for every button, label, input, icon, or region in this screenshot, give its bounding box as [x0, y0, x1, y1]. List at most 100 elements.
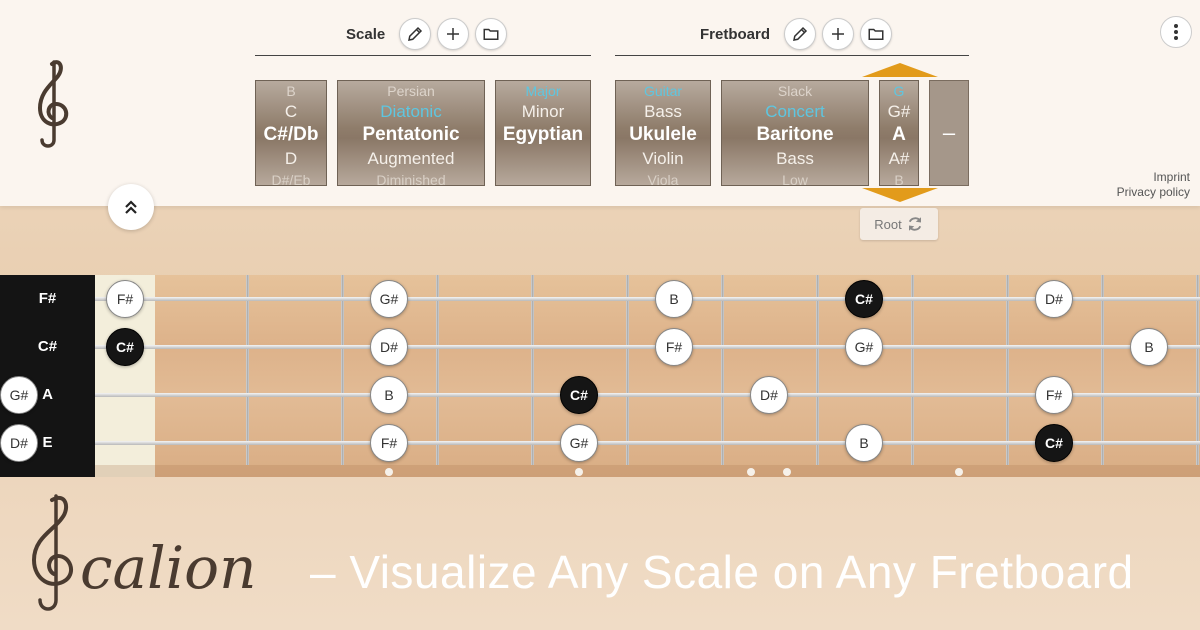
- plus-icon: [832, 28, 845, 40]
- wheel-option[interactable]: C: [256, 100, 326, 123]
- wheel-option-highlighted[interactable]: Concert: [722, 100, 868, 123]
- imprint-link[interactable]: Imprint: [1117, 170, 1190, 185]
- root-note-wheel[interactable]: B C C#/Db D D#/Eb: [255, 80, 327, 186]
- wheel-option[interactable]: D: [256, 147, 326, 170]
- extra-wheel-value: –: [942, 120, 956, 145]
- scale-note-marker[interactable]: G#: [845, 328, 883, 366]
- edit-fretboard-button[interactable]: [784, 18, 817, 50]
- fret-wire: [911, 275, 914, 465]
- scale-note-marker[interactable]: D#: [1035, 280, 1073, 318]
- fretboard-section-title: Fretboard: [700, 25, 771, 43]
- scale-note-marker[interactable]: F#: [655, 328, 693, 366]
- wheel-option[interactable]: Viola: [616, 171, 710, 185]
- double-chevron-up-icon: [125, 200, 137, 214]
- collapse-panel-button[interactable]: [108, 184, 154, 230]
- open-fretboard-button[interactable]: [860, 18, 893, 50]
- open-scale-button[interactable]: [475, 18, 508, 50]
- wheel-option[interactable]: B: [880, 171, 918, 185]
- svg-text:calion: calion: [80, 534, 256, 602]
- wheel-option[interactable]: A#: [880, 147, 918, 170]
- wheel-option[interactable]: Persian: [338, 82, 484, 100]
- refresh-icon: [908, 217, 921, 231]
- root-note-marker[interactable]: C#: [106, 328, 144, 366]
- wheel-selected-option[interactable]: Baritone: [722, 123, 868, 147]
- fret-wire: [721, 275, 724, 465]
- fret-wire: [1101, 275, 1104, 465]
- scale-note-marker[interactable]: G#: [0, 376, 38, 414]
- fret-wire: [816, 275, 819, 465]
- root-note-marker[interactable]: C#: [560, 376, 598, 414]
- wheel-option[interactable]: Minor: [496, 100, 590, 123]
- scale-note-marker[interactable]: D#: [750, 376, 788, 414]
- more-options-button[interactable]: [1160, 16, 1192, 48]
- tuning-root-wheel[interactable]: G G# A A# B: [879, 80, 919, 186]
- pencil-icon: [408, 26, 423, 41]
- wheel-selected-option[interactable]: C#/Db: [256, 123, 326, 147]
- add-fretboard-button[interactable]: [822, 18, 855, 50]
- wheel-option-highlighted[interactable]: G: [880, 82, 918, 100]
- string-tuning-label[interactable]: C#: [0, 338, 95, 355]
- wheel-option[interactable]: Slack: [722, 82, 868, 100]
- scale-section-header: Scale: [346, 16, 508, 52]
- scale-note-marker[interactable]: F#: [1035, 376, 1073, 414]
- fret-inlay-dot: [385, 468, 393, 476]
- wheel-selected-option[interactable]: Pentatonic: [338, 123, 484, 147]
- wheel-option-highlighted[interactable]: Major: [496, 82, 590, 100]
- extra-wheel[interactable]: –: [929, 80, 969, 186]
- wheel-option[interactable]: G#: [880, 100, 918, 123]
- fret-inlay-dot: [575, 468, 583, 476]
- wheel-option[interactable]: B: [256, 82, 326, 100]
- fret-wire: [341, 275, 344, 465]
- wheel-selected-option[interactable]: A: [880, 123, 918, 147]
- root-toggle-button[interactable]: Root: [860, 208, 938, 240]
- wheel-option[interactable]: D#/Eb: [256, 171, 326, 185]
- transpose-down-arrow-icon[interactable]: [862, 188, 938, 202]
- wheel-option-highlighted[interactable]: Diatonic: [338, 100, 484, 123]
- wheel-option[interactable]: Augmented: [338, 147, 484, 170]
- fretboard-divider: [615, 55, 969, 56]
- pencil-icon: [793, 26, 808, 41]
- fret-wire: [1006, 275, 1009, 465]
- root-note-marker[interactable]: C#: [1035, 424, 1073, 462]
- scale-note-marker[interactable]: F#: [370, 424, 408, 462]
- privacy-policy-link[interactable]: Privacy policy: [1117, 185, 1190, 200]
- add-scale-button[interactable]: [437, 18, 470, 50]
- scale-note-marker[interactable]: D#: [0, 424, 38, 462]
- fret-wire: [531, 275, 534, 465]
- scale-mode-wheel[interactable]: Major Minor Egyptian: [495, 80, 591, 186]
- wheel-option[interactable]: Bass: [616, 100, 710, 123]
- fretboard-edge: [95, 465, 1200, 477]
- tuning-wheel[interactable]: Slack Concert Baritone Bass Low: [721, 80, 869, 186]
- edit-scale-button[interactable]: [399, 18, 432, 50]
- folder-icon: [868, 28, 884, 40]
- wheel-option-highlighted[interactable]: Guitar: [616, 82, 710, 100]
- plus-icon: [447, 28, 460, 40]
- root-note-marker[interactable]: C#: [845, 280, 883, 318]
- folder-icon: [483, 28, 499, 40]
- fret-wire: [626, 275, 629, 465]
- wheel-selected-option[interactable]: Egyptian: [496, 123, 590, 147]
- wheel-option[interactable]: Diminished: [338, 171, 484, 185]
- wheel-option[interactable]: Violin: [616, 147, 710, 170]
- fret-inlay-dot: [747, 468, 755, 476]
- scale-note-marker[interactable]: B: [1130, 328, 1168, 366]
- wheel-selected-option[interactable]: Ukulele: [616, 123, 710, 147]
- string-tuning-label[interactable]: F#: [0, 290, 95, 307]
- transpose-up-arrow-icon[interactable]: [862, 63, 938, 77]
- wheel-option[interactable]: Bass: [722, 147, 868, 170]
- scale-note-marker[interactable]: D#: [370, 328, 408, 366]
- fret-inlay-dot: [955, 468, 963, 476]
- scale-note-marker[interactable]: G#: [560, 424, 598, 462]
- instrument-wheel[interactable]: Guitar Bass Ukulele Violin Viola: [615, 80, 711, 186]
- scale-note-marker[interactable]: G#: [370, 280, 408, 318]
- scale-note-marker[interactable]: B: [370, 376, 408, 414]
- treble-clef-logo-icon[interactable]: [28, 56, 78, 150]
- wheel-option[interactable]: Low: [722, 171, 868, 185]
- scale-family-wheel[interactable]: Persian Diatonic Pentatonic Augmented Di…: [337, 80, 485, 186]
- scale-note-marker[interactable]: B: [655, 280, 693, 318]
- root-button-label: Root: [874, 216, 902, 232]
- scale-note-marker[interactable]: F#: [106, 280, 144, 318]
- fret-inlay-dot: [783, 468, 791, 476]
- guitar-string: [95, 345, 1200, 349]
- scale-note-marker[interactable]: B: [845, 424, 883, 462]
